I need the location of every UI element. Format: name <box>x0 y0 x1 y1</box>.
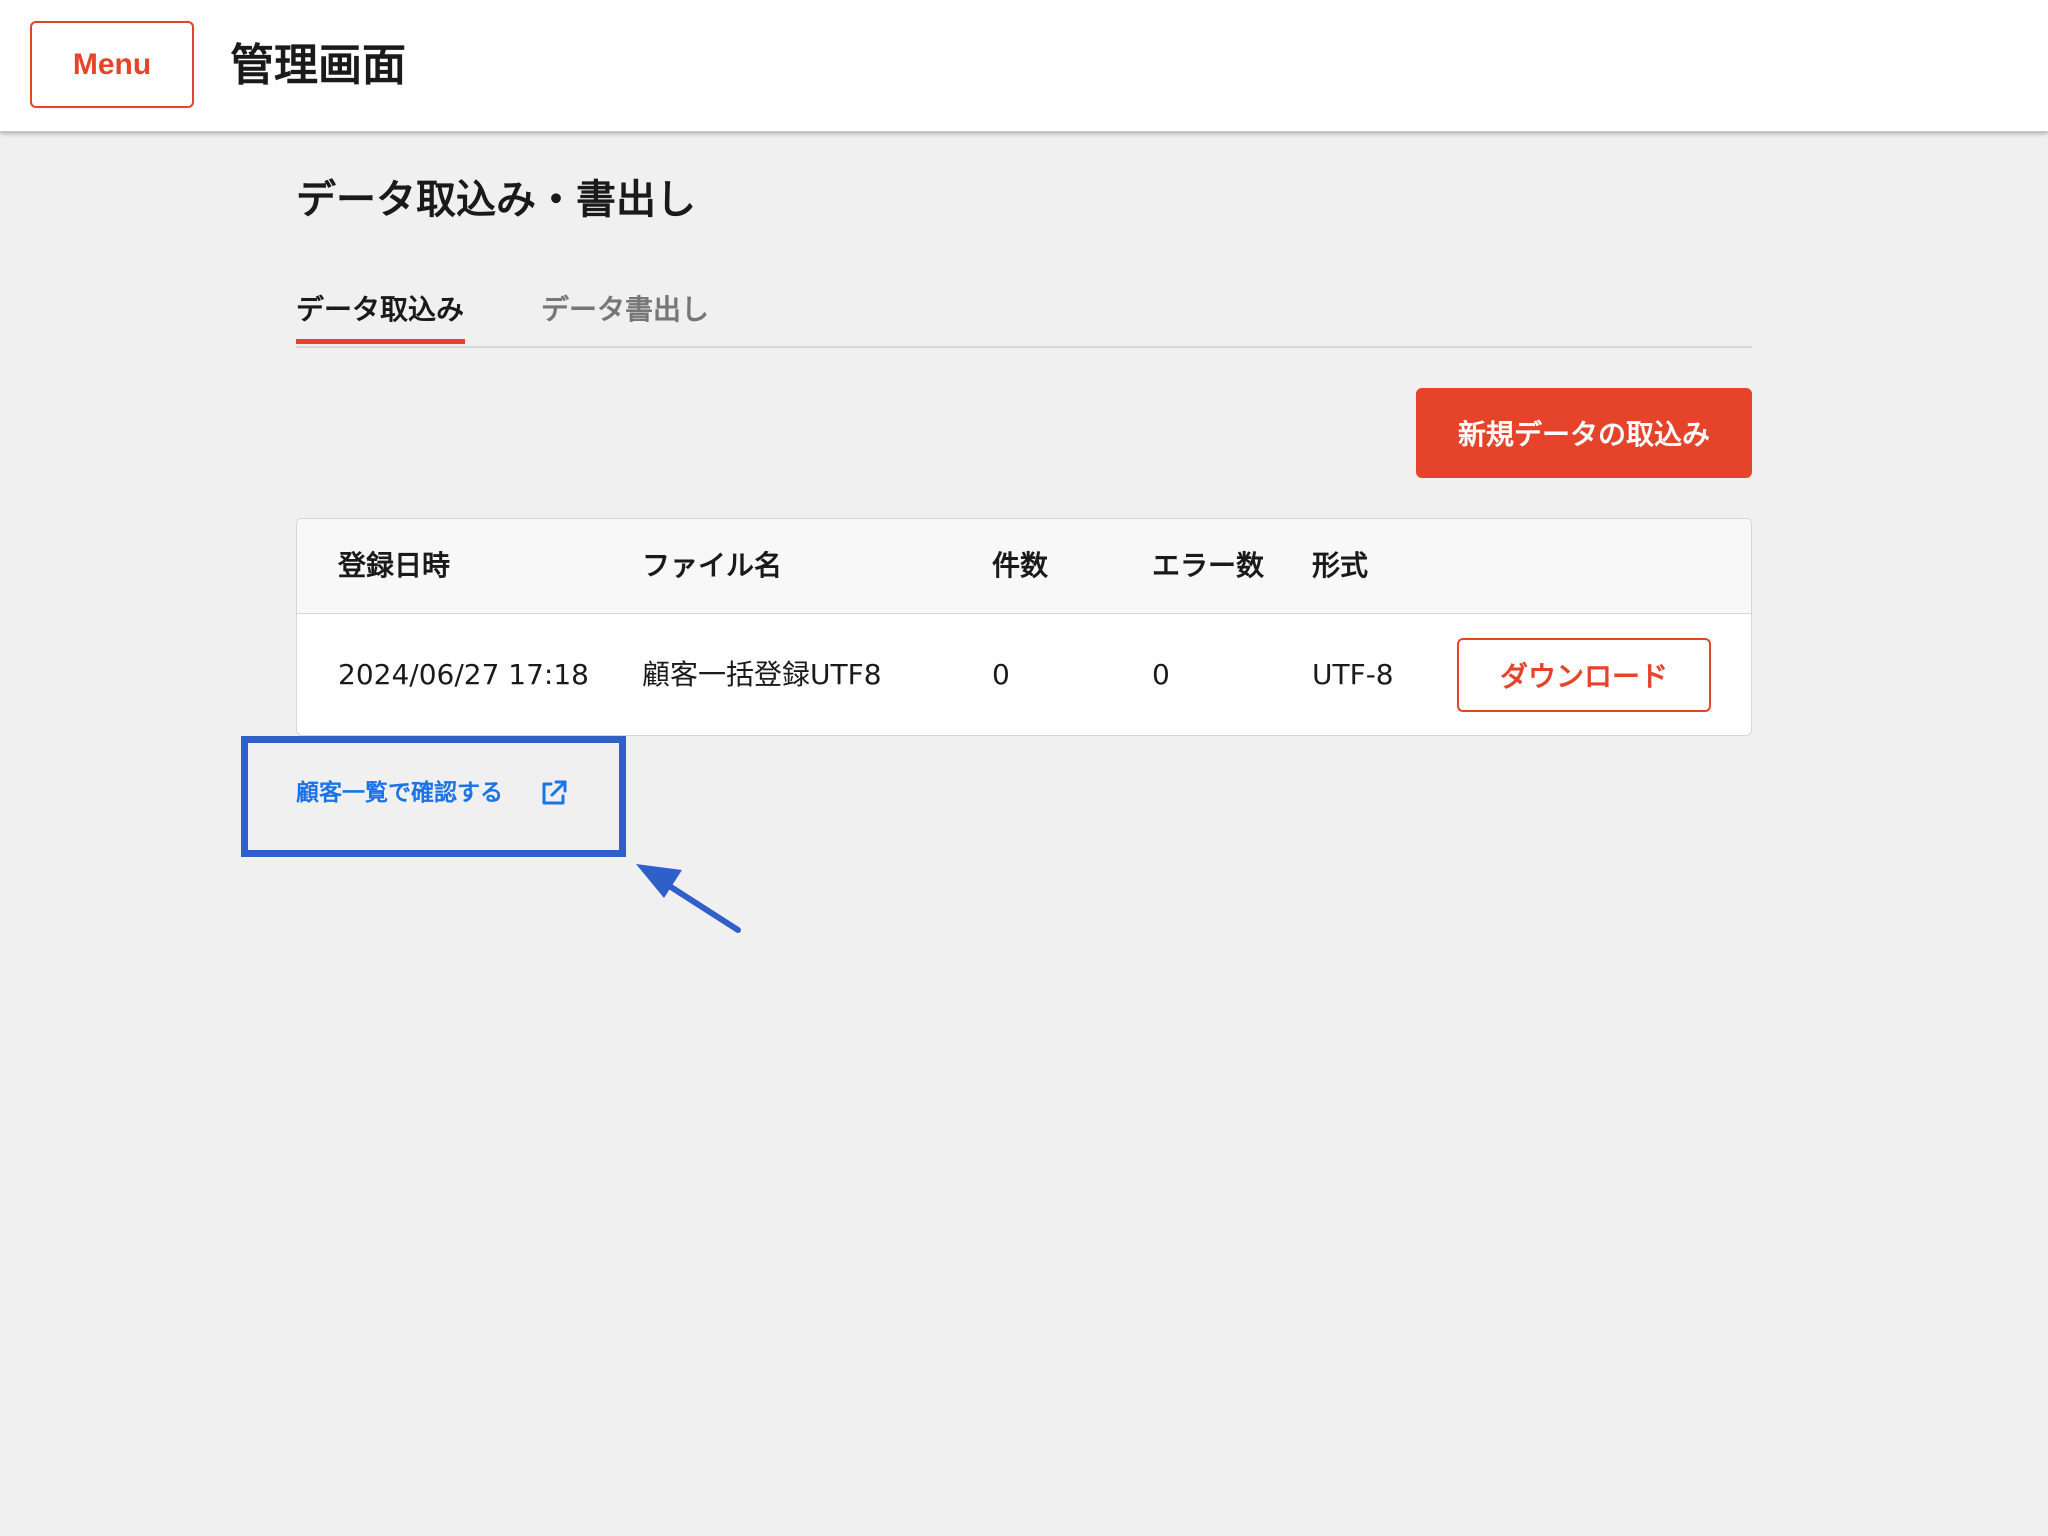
tab-data-import[interactable]: データ取込み <box>296 290 464 330</box>
import-history-table: 登録日時 ファイル名 件数 エラー数 形式 2024/06/27 17:18 顧… <box>296 518 1752 736</box>
tab-data-export[interactable]: データ書出し <box>541 290 709 330</box>
menu-button[interactable]: Menu <box>30 21 194 108</box>
external-link-icon <box>539 778 569 808</box>
cell-errors: 0 <box>1152 658 1170 691</box>
active-tab-indicator <box>296 339 465 344</box>
column-header-file: ファイル名 <box>642 549 783 582</box>
tab-bar: データ取込み データ書出し <box>296 286 1752 348</box>
cell-format: UTF-8 <box>1312 658 1394 691</box>
cell-date: 2024/06/27 17:18 <box>338 658 589 691</box>
new-import-button[interactable]: 新規データの取込み <box>1416 388 1752 478</box>
app-header: Menu 管理画面 <box>0 0 2048 132</box>
customer-list-link[interactable]: 顧客一覧で確認する <box>296 776 569 810</box>
column-header-count: 件数 <box>992 549 1049 582</box>
column-header-errors: エラー数 <box>1152 549 1265 582</box>
page-title: データ取込み・書出し <box>296 177 696 223</box>
cell-count: 0 <box>992 658 1010 691</box>
customer-list-link-label: 顧客一覧で確認する <box>296 780 503 806</box>
cell-file-name: 顧客一括登録UTF8 <box>642 658 882 691</box>
column-header-date: 登録日時 <box>338 549 451 582</box>
table-header: 登録日時 ファイル名 件数 エラー数 形式 <box>297 519 1751 614</box>
table-row: 2024/06/27 17:18 顧客一括登録UTF8 0 0 UTF-8 ダウ… <box>297 614 1751 735</box>
download-button[interactable]: ダウンロード <box>1457 638 1711 712</box>
app-title: 管理画面 <box>230 40 406 91</box>
column-header-format: 形式 <box>1312 549 1369 582</box>
